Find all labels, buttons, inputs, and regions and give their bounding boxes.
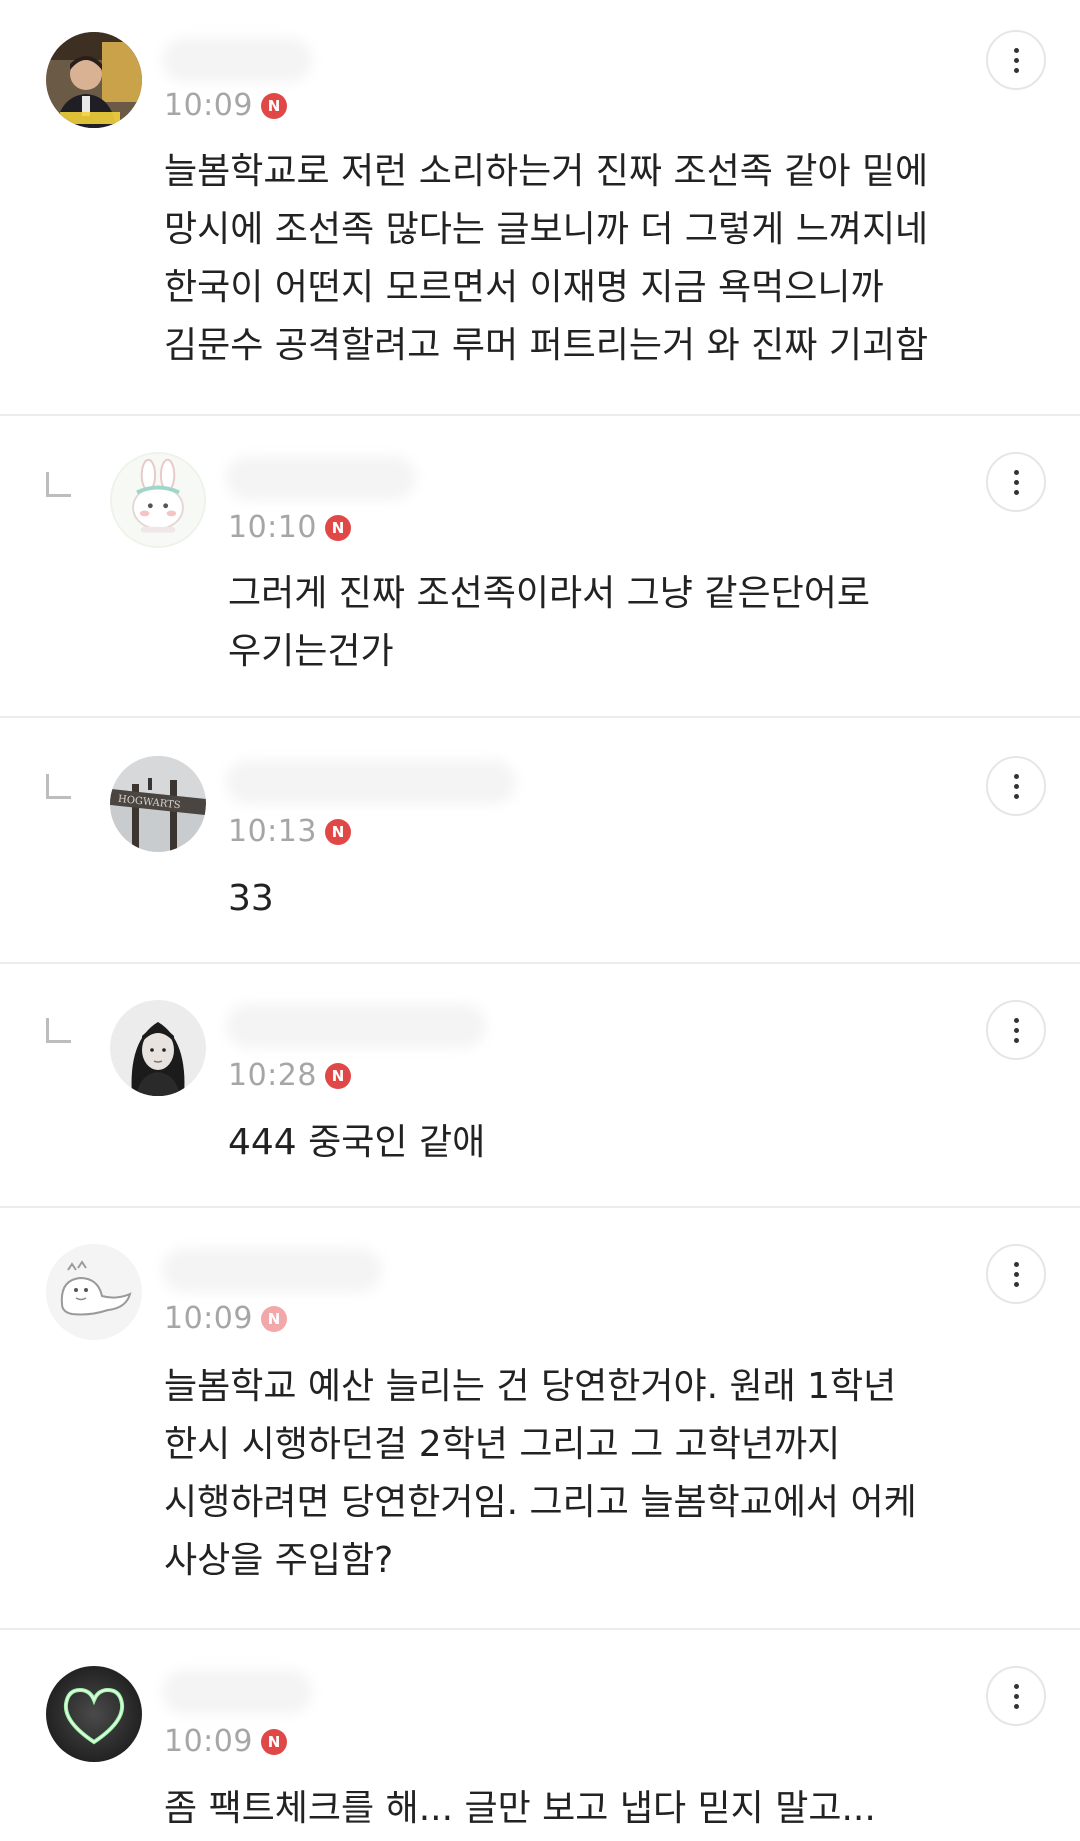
- new-badge: N: [260, 1728, 287, 1755]
- reply-indicator-icon: [46, 472, 71, 497]
- comment-text: 444 중국인 같애: [228, 1122, 486, 1163]
- author-name-blurred: [226, 456, 416, 500]
- more-options-button[interactable]: [986, 1000, 1046, 1060]
- timestamp: 10:10: [228, 510, 317, 545]
- author-name-blurred: [162, 1248, 382, 1292]
- reply-indicator-icon: [46, 774, 71, 799]
- timestamp: 10:13: [228, 814, 317, 849]
- new-badge: N: [324, 1062, 351, 1089]
- comment-text: 그러게 진짜 조선족이라서 그냥 같은단어로 우기는건가: [228, 573, 870, 672]
- comment-meta: 10:09 N: [164, 1724, 287, 1759]
- more-options-button[interactable]: [986, 452, 1046, 512]
- more-options-button[interactable]: [986, 30, 1046, 90]
- new-badge: N: [324, 818, 351, 845]
- comment-item: 10:09 N 늘봄학교 예산 늘리는 건 당연한거야. 원래 1학년 한시 시…: [0, 1208, 1080, 1630]
- reply-item: HOGWARTS 10:13 N 33: [0, 718, 1080, 964]
- reply-item: 10:28 N 444 중국인 같애: [0, 964, 1080, 1208]
- new-badge: N: [324, 514, 351, 541]
- reply-item: 10:10 N 그러게 진짜 조선족이라서 그냥 같은단어로 우기는건가: [0, 416, 1080, 718]
- comment-text: 늘봄학교 예산 늘리는 건 당연한거야. 원래 1학년 한시 시행하던걸 2학년…: [164, 1366, 917, 1581]
- timestamp: 10:28: [228, 1058, 317, 1093]
- more-options-button[interactable]: [986, 1244, 1046, 1304]
- avatar[interactable]: [46, 32, 142, 128]
- new-badge: N: [260, 92, 287, 119]
- timestamp: 10:09: [164, 1301, 253, 1336]
- author-name-blurred: [226, 1004, 486, 1048]
- comment-meta: 10:13 N: [228, 814, 351, 849]
- reply-indicator-icon: [46, 1018, 71, 1043]
- more-options-button[interactable]: [986, 756, 1046, 816]
- comment-text: 33: [228, 878, 274, 919]
- comment-meta: 10:09 N: [164, 1301, 287, 1336]
- more-options-button[interactable]: [986, 1666, 1046, 1726]
- timestamp: 10:09: [164, 1724, 253, 1759]
- comment-meta: 10:09 N: [164, 88, 287, 123]
- new-badge: N: [260, 1305, 287, 1332]
- comment-item: 10:09 N 늘봄학교로 저런 소리하는거 진짜 조선족 같아 밑에 망시에 …: [0, 0, 1080, 416]
- author-name-blurred: [226, 760, 516, 804]
- comment-item: 10:09 N 좀 팩트체크를 해... 글만 보고 냅다 믿지 말고...: [0, 1630, 1080, 1841]
- avatar[interactable]: [46, 1666, 142, 1762]
- comment-meta: 10:10 N: [228, 510, 351, 545]
- avatar[interactable]: [110, 452, 206, 548]
- comment-meta: 10:28 N: [228, 1058, 351, 1093]
- avatar[interactable]: [110, 1000, 206, 1096]
- comment-text: 좀 팩트체크를 해... 글만 보고 냅다 믿지 말고...: [164, 1788, 876, 1829]
- comment-text: 늘봄학교로 저런 소리하는거 진짜 조선족 같아 밑에 망시에 조선족 많다는 …: [164, 151, 929, 366]
- author-name-blurred: [162, 38, 312, 82]
- avatar[interactable]: [46, 1244, 142, 1340]
- avatar[interactable]: HOGWARTS: [110, 756, 206, 852]
- author-name-blurred: [162, 1670, 312, 1714]
- timestamp: 10:09: [164, 88, 253, 123]
